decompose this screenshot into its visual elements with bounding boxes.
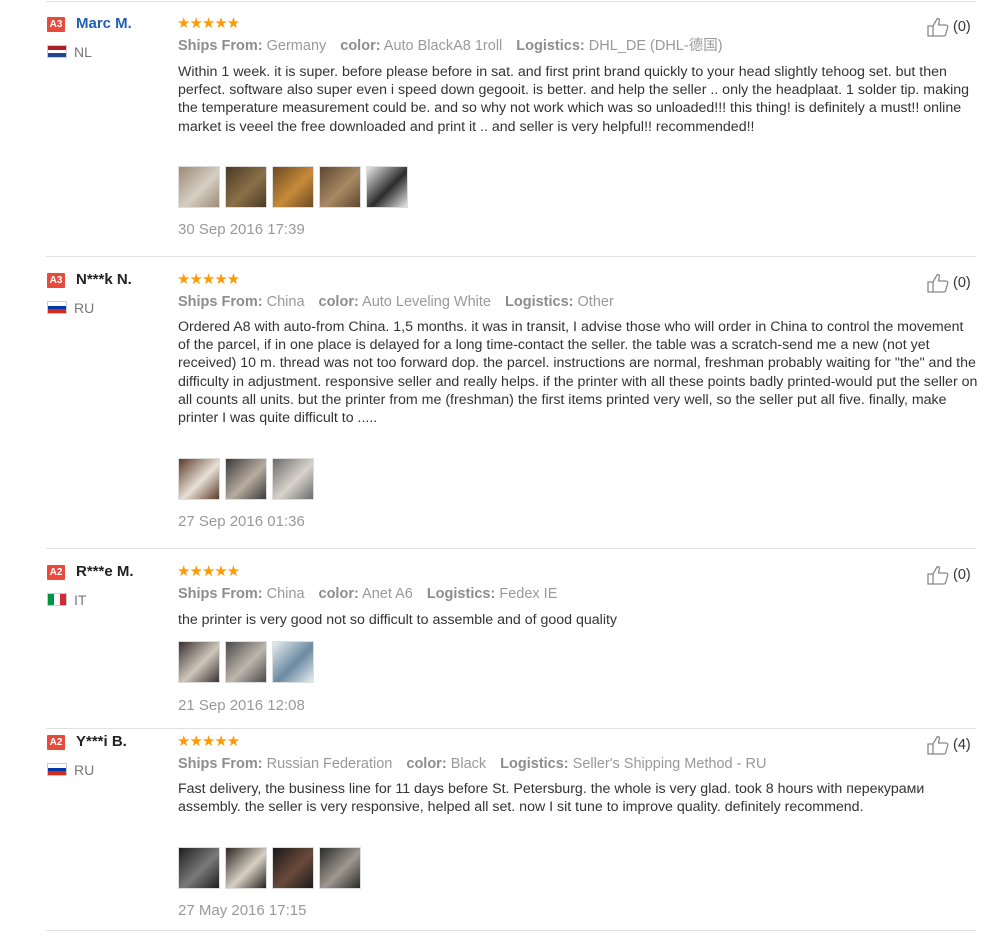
color-value: Anet A6 [362, 586, 413, 602]
logistics-value: Seller's Shipping Method - RU [572, 756, 767, 772]
ships-from-value: Russian Federation [266, 756, 393, 772]
review-text: Fast delivery, the business line for 11 … [178, 781, 925, 816]
order-info: Ships From: China color: Auto Leveling Wh… [178, 293, 628, 311]
review-date: 30 Sep 2016 17:39 [178, 221, 305, 238]
helpful-count: (0) [953, 19, 971, 35]
review-photo-thumbnail[interactable] [225, 166, 267, 208]
helpful-count: (0) [953, 567, 971, 583]
review-date: 27 Sep 2016 01:36 [178, 513, 305, 530]
ships-from-label: Ships From: [178, 294, 263, 310]
order-info: Ships From: Germany color: Auto BlackA8 1… [178, 37, 737, 55]
review-photo-thumbnail[interactable] [319, 166, 361, 208]
rating-stars: ★★★★★ [177, 271, 240, 288]
logistics-value: DHL_DE (DHL-德国) [588, 38, 723, 54]
color-label: color: [340, 38, 381, 54]
review-photo-thumbnail[interactable] [225, 847, 267, 889]
review-divider [46, 930, 976, 931]
thumbs-up-icon[interactable] [926, 17, 950, 37]
buyer-level-badge: A3 [47, 273, 65, 288]
country-flag-icon [47, 45, 67, 58]
review-text: Ordered A8 with auto-from China. 1,5 mon… [178, 319, 978, 427]
review-divider [46, 256, 976, 257]
review-photo-thumbnail[interactable] [178, 458, 220, 500]
photo-list [178, 641, 314, 683]
buyer-level-badge: A2 [47, 735, 65, 750]
country-code: RU [74, 762, 95, 778]
color-value: Black [450, 756, 487, 772]
review-photo-thumbnail[interactable] [178, 166, 220, 208]
color-label: color: [318, 294, 359, 310]
reviewer-name: N***k N. [76, 271, 132, 288]
logistics-label: Logistics: [500, 756, 569, 772]
helpful-count: (0) [953, 275, 971, 291]
photo-list [178, 166, 408, 208]
review-photo-thumbnail[interactable] [272, 641, 314, 683]
review-photo-thumbnail[interactable] [366, 166, 408, 208]
logistics-value: Fedex IE [499, 586, 558, 602]
logistics-label: Logistics: [505, 294, 574, 310]
rating-stars: ★★★★★ [177, 15, 240, 32]
review-list: A3 Marc M. NL ★★★★★ Ships From: Germany color… [0, 0, 1000, 936]
country-flag-icon [47, 301, 67, 314]
review-date: 27 May 2016 17:15 [178, 902, 307, 919]
ships-from-label: Ships From: [178, 586, 263, 602]
thumbs-up-icon[interactable] [926, 273, 950, 293]
helpful-button[interactable]: (4) [926, 735, 971, 755]
helpful-button[interactable]: (0) [926, 565, 971, 585]
color-value: Auto BlackA8 1roll [383, 38, 503, 54]
color-value: Auto Leveling White [362, 294, 491, 310]
review-photo-thumbnail[interactable] [178, 847, 220, 889]
ships-from-value: Germany [266, 38, 327, 54]
helpful-count: (4) [953, 737, 971, 753]
thumbs-up-icon[interactable] [926, 565, 950, 585]
order-info: Ships From: China color: Anet A6 Logistics… [178, 585, 571, 603]
review-date: 21 Sep 2016 12:08 [178, 697, 305, 714]
country-code: NL [74, 44, 92, 60]
ships-from-label: Ships From: [178, 38, 263, 54]
order-info: Ships From: Russian Federation color: Bla… [178, 755, 780, 773]
logistics-value: Other [577, 294, 614, 310]
country-code: IT [74, 592, 87, 608]
review-photo-thumbnail[interactable] [272, 458, 314, 500]
photo-list [178, 847, 361, 889]
review-text: the printer is very good not so difficul… [178, 612, 618, 628]
color-label: color: [318, 586, 359, 602]
country-code: RU [74, 300, 95, 316]
rating-stars: ★★★★★ [177, 563, 240, 580]
ships-from-value: China [266, 294, 305, 310]
reviewer-name[interactable]: Marc M. [76, 15, 132, 33]
logistics-label: Logistics: [516, 38, 585, 54]
buyer-level-badge: A3 [47, 17, 65, 32]
rating-stars: ★★★★★ [177, 733, 240, 750]
reviewer-name: R***e M. [76, 563, 134, 580]
thumbs-up-icon[interactable] [926, 735, 950, 755]
review-photo-thumbnail[interactable] [178, 641, 220, 683]
buyer-level-badge: A2 [47, 565, 65, 580]
ships-from-label: Ships From: [178, 756, 263, 772]
country-flag-icon [47, 593, 67, 606]
review-photo-thumbnail[interactable] [319, 847, 361, 889]
review-photo-thumbnail[interactable] [225, 641, 267, 683]
review-divider [46, 1, 976, 2]
helpful-button[interactable]: (0) [926, 17, 971, 37]
review-divider [46, 548, 976, 549]
review-text: Within 1 week. it is super. before pleas… [178, 64, 970, 135]
country-flag-icon [47, 763, 67, 776]
review-photo-thumbnail[interactable] [225, 458, 267, 500]
helpful-button[interactable]: (0) [926, 273, 971, 293]
photo-list [178, 458, 314, 500]
reviewer-name: Y***i B. [76, 733, 127, 750]
ships-from-value: China [266, 586, 305, 602]
review-photo-thumbnail[interactable] [272, 166, 314, 208]
review-photo-thumbnail[interactable] [272, 847, 314, 889]
review-divider [46, 728, 976, 729]
color-label: color: [406, 756, 447, 772]
logistics-label: Logistics: [426, 586, 496, 602]
